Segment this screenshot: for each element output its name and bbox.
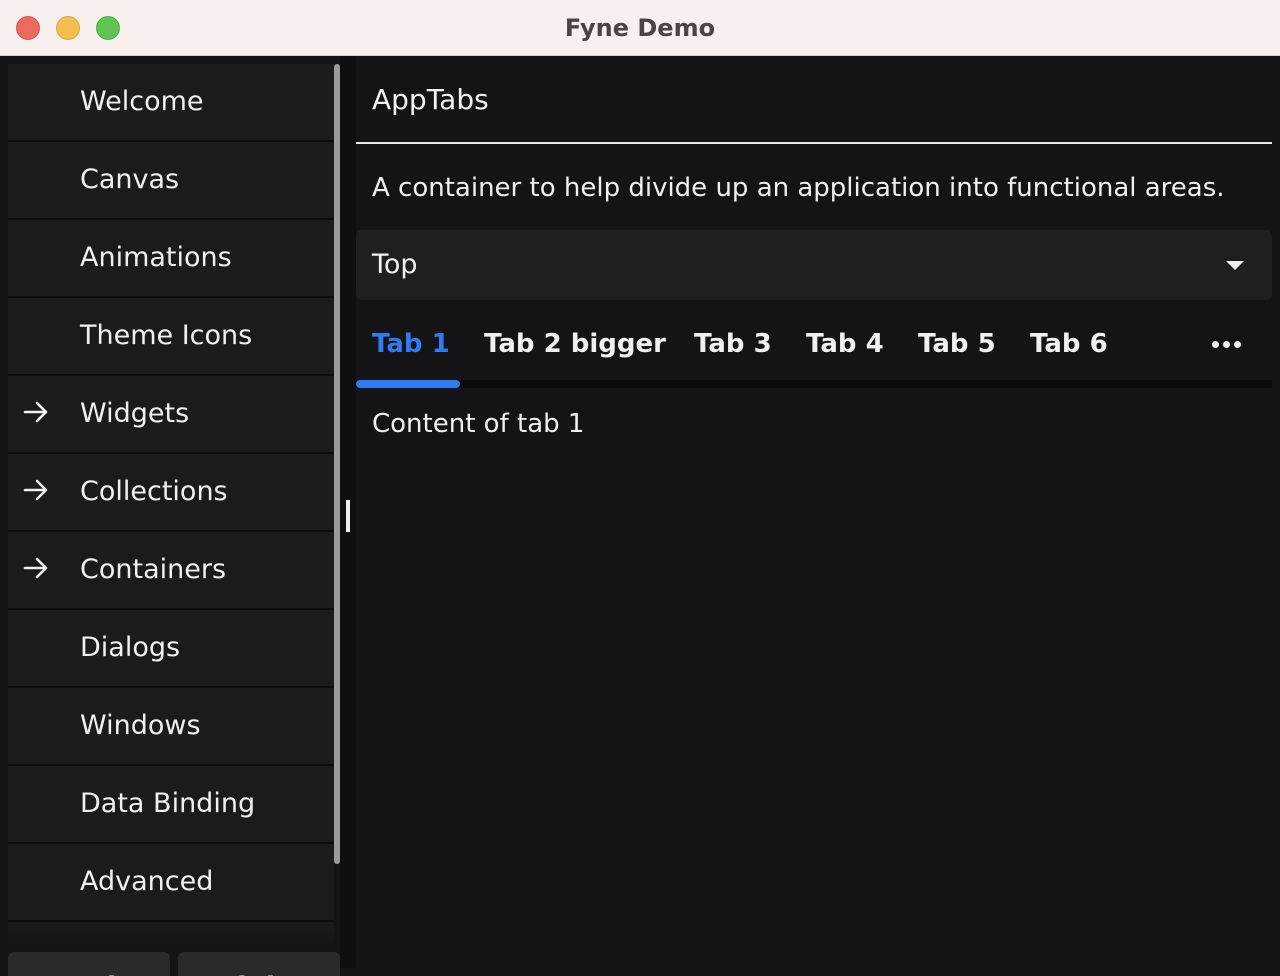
sidebar-item-theme-icons[interactable]: Theme Icons bbox=[8, 298, 334, 376]
arrow-right-icon[interactable] bbox=[22, 554, 50, 582]
sidebar-item-advanced[interactable]: Advanced bbox=[8, 844, 334, 922]
arrow-right-icon[interactable] bbox=[22, 476, 50, 504]
tab-5[interactable]: Tab 5 bbox=[918, 308, 996, 380]
sidebar-item-label: Welcome bbox=[80, 86, 204, 117]
sidebar-item-data-binding[interactable]: Data Binding bbox=[8, 766, 334, 844]
sidebar-item-label: Containers bbox=[80, 554, 227, 585]
app-window: Fyne Demo Welcome Canvas Animations Them… bbox=[0, 0, 1280, 976]
caret-down-icon bbox=[1226, 261, 1244, 270]
title-divider bbox=[356, 142, 1272, 144]
split-drag-handle[interactable] bbox=[346, 500, 350, 532]
window-title: Fyne Demo bbox=[564, 14, 716, 42]
tab-bar-underline-track bbox=[356, 380, 1272, 388]
sidebar-item-animations[interactable]: Animations bbox=[8, 220, 334, 298]
tab-content: Content of tab 1 bbox=[372, 409, 585, 439]
title-bar: Fyne Demo bbox=[0, 0, 1280, 56]
list-fade-overlay bbox=[8, 920, 334, 944]
light-theme-button[interactable]: Light bbox=[178, 952, 340, 976]
sidebar-item-canvas[interactable]: Canvas bbox=[8, 142, 334, 220]
page-title: AppTabs bbox=[372, 83, 489, 116]
sidebar-item-label: Dialogs bbox=[80, 632, 181, 663]
sidebar-item-dialogs[interactable]: Dialogs bbox=[8, 610, 334, 688]
sidebar-item-label: Theme Icons bbox=[80, 320, 253, 351]
main-content: AppTabs A container to help divide up an… bbox=[356, 56, 1280, 976]
tab-3[interactable]: Tab 3 bbox=[694, 308, 772, 380]
more-horizontal-icon[interactable] bbox=[1212, 341, 1242, 349]
sidebar-item-widgets[interactable]: Widgets bbox=[8, 376, 334, 454]
arrow-right-icon[interactable] bbox=[22, 398, 50, 426]
sidebar-item-label: Collections bbox=[80, 476, 228, 507]
sidebar-item-collections[interactable]: Collections bbox=[8, 454, 334, 532]
sidebar-item-label: Data Binding bbox=[80, 788, 256, 819]
tab-bar: Tab 1 Tab 2 bigger Tab 3 Tab 4 Tab 5 Tab… bbox=[356, 308, 1272, 388]
sidebar-item-containers[interactable]: Containers bbox=[8, 532, 334, 610]
tab-4[interactable]: Tab 4 bbox=[806, 308, 884, 380]
tab-6[interactable]: Tab 6 bbox=[1030, 308, 1108, 380]
page-description: A container to help divide up an applica… bbox=[372, 173, 1225, 203]
sidebar-item-windows[interactable]: Windows bbox=[8, 688, 334, 766]
active-tab-indicator bbox=[356, 380, 460, 388]
sidebar-item-welcome[interactable]: Welcome bbox=[8, 64, 334, 142]
tab-2-bigger[interactable]: Tab 2 bigger bbox=[484, 308, 666, 380]
sidebar: Welcome Canvas Animations Theme Icons Wi… bbox=[0, 56, 340, 976]
sidebar-item-label: Windows bbox=[80, 710, 201, 741]
tab-location-select[interactable]: Top bbox=[356, 230, 1272, 300]
dark-theme-button[interactable]: Dark bbox=[8, 952, 170, 976]
sidebar-item-label: Animations bbox=[80, 242, 232, 273]
sidebar-item-label: Widgets bbox=[80, 398, 190, 429]
sidebar-item-label: Advanced bbox=[80, 866, 214, 897]
sidebar-item-label: Canvas bbox=[80, 164, 180, 195]
nav-list: Welcome Canvas Animations Theme Icons Wi… bbox=[8, 64, 334, 944]
select-value: Top bbox=[372, 249, 418, 280]
tab-1[interactable]: Tab 1 bbox=[372, 308, 450, 380]
